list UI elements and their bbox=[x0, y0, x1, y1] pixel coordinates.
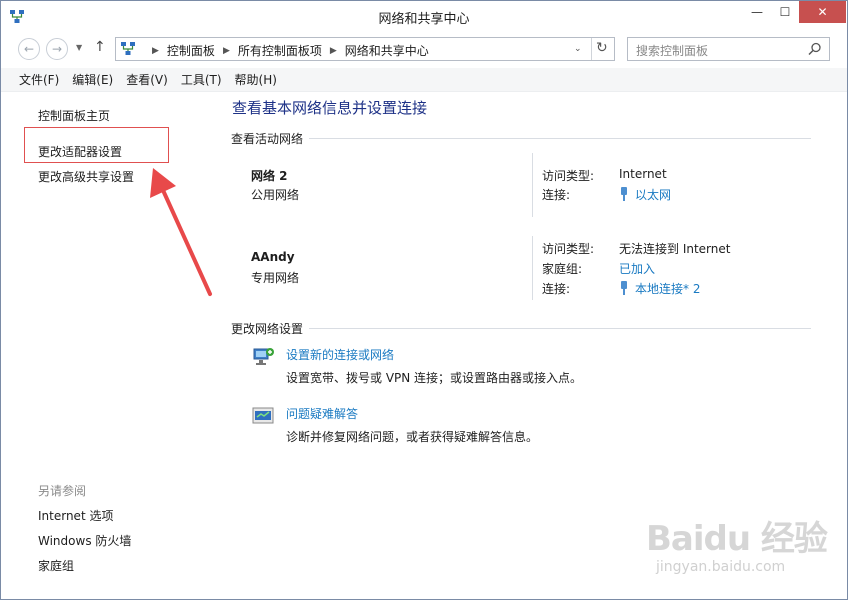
setup-new-connection-link[interactable]: 设置新的连接或网络 bbox=[286, 346, 394, 363]
troubleshoot-desc: 诊断并修复网络问题，或者获得疑难解答信息。 bbox=[286, 430, 539, 444]
active-networks-header: 查看活动网络 bbox=[231, 132, 304, 146]
menu-file[interactable]: 文件(F) bbox=[19, 71, 59, 88]
menu-help[interactable]: 帮助(H) bbox=[235, 71, 277, 88]
network-type[interactable]: 专用网络 bbox=[251, 269, 299, 286]
connection-ethernet-link[interactable]: 以太网 bbox=[619, 186, 671, 203]
sidebar-link-internet-options[interactable]: Internet 选项 bbox=[38, 507, 113, 524]
arrow-left-icon: ← bbox=[23, 42, 35, 56]
network-divider bbox=[532, 236, 533, 300]
network-name: AAndy bbox=[251, 250, 295, 264]
homegroup-label: 家庭组: bbox=[542, 262, 583, 276]
access-type-value: 无法连接到 Internet bbox=[619, 242, 731, 256]
chevron-right-icon[interactable]: ▶ bbox=[223, 46, 230, 56]
annotation-arrow-icon bbox=[150, 168, 212, 296]
menu-tools[interactable]: 工具(T) bbox=[181, 71, 222, 88]
chevron-right-icon[interactable]: ▶ bbox=[330, 46, 337, 56]
control-panel-icon bbox=[121, 42, 135, 55]
forward-button[interactable]: → bbox=[46, 38, 68, 60]
menu-bar: 文件(F) 编辑(E) 查看(V) 工具(T) 帮助(H) bbox=[1, 68, 847, 92]
title-bar: 网络和共享中心 — ☐ ✕ bbox=[1, 1, 847, 32]
access-type-value: Internet bbox=[619, 167, 667, 181]
window-title: 网络和共享中心 bbox=[378, 12, 470, 27]
access-type-label: 访问类型: bbox=[542, 242, 595, 256]
search-box[interactable]: 搜索控制面板 bbox=[627, 37, 830, 61]
section-divider bbox=[309, 138, 811, 139]
maximize-button[interactable]: ☐ bbox=[771, 1, 799, 23]
homegroup-joined-link[interactable]: 已加入 bbox=[619, 260, 655, 277]
chevron-right-icon[interactable]: ▶ bbox=[152, 46, 159, 56]
breadcrumb-network-center[interactable]: 网络和共享中心 bbox=[345, 42, 429, 59]
connection-label: 连接: bbox=[542, 282, 571, 296]
troubleshoot-icon bbox=[252, 407, 274, 424]
network-name: 网络 2 bbox=[251, 169, 288, 183]
address-dropdown-chevron-icon[interactable]: ⌄ bbox=[574, 44, 582, 54]
connection-ethernet-text[interactable]: 以太网 bbox=[635, 188, 671, 202]
annotation-highlight-box bbox=[24, 127, 169, 163]
menu-edit[interactable]: 编辑(E) bbox=[72, 71, 113, 88]
sidebar-link-homegroup[interactable]: 家庭组 bbox=[38, 557, 74, 574]
search-icon[interactable] bbox=[808, 42, 822, 56]
close-button[interactable]: ✕ bbox=[799, 1, 846, 23]
arrow-right-icon: → bbox=[51, 42, 63, 56]
up-arrow-icon[interactable]: ↑ bbox=[94, 39, 106, 55]
watermark-url: jingyan.baidu.com bbox=[656, 559, 786, 575]
connection-local-link[interactable]: 本地连接* 2 bbox=[619, 280, 700, 297]
window: 网络和共享中心 — ☐ ✕ ← → ▼ ↑ ▶ 控制面板 ▶ 所有控制面板项 ▶… bbox=[0, 0, 848, 600]
menu-view[interactable]: 查看(V) bbox=[126, 71, 168, 88]
page-title: 查看基本网络信息并设置连接 bbox=[232, 99, 428, 117]
search-input[interactable]: 搜索控制面板 bbox=[636, 42, 708, 59]
minimize-button[interactable]: — bbox=[743, 1, 771, 23]
refresh-icon[interactable]: ↻ bbox=[596, 40, 608, 56]
ethernet-plug-icon bbox=[621, 281, 627, 295]
baidu-watermark: Baidu 经验 jingyan.baidu.com bbox=[646, 511, 836, 591]
watermark-logo-text: Baidu 经验 bbox=[646, 519, 828, 559]
section-divider bbox=[309, 328, 811, 329]
connection-local-text[interactable]: 本地连接* 2 bbox=[635, 282, 700, 296]
breadcrumb-all-items[interactable]: 所有控制面板项 bbox=[238, 42, 322, 59]
connection-label: 连接: bbox=[542, 188, 571, 202]
address-divider bbox=[591, 38, 592, 60]
troubleshoot-link[interactable]: 问题疑难解答 bbox=[286, 405, 358, 422]
sidebar-link-windows-firewall[interactable]: Windows 防火墙 bbox=[38, 532, 131, 549]
setup-new-connection-desc: 设置宽带、拨号或 VPN 连接；或设置路由器或接入点。 bbox=[286, 371, 583, 385]
breadcrumb-control-panel[interactable]: 控制面板 bbox=[167, 42, 215, 59]
sidebar-link-advanced-sharing[interactable]: 更改高级共享设置 bbox=[38, 168, 134, 185]
breadcrumb: ▶ 控制面板 ▶ 所有控制面板项 ▶ 网络和共享中心 bbox=[144, 42, 429, 59]
see-also-header: 另请参阅 bbox=[38, 484, 87, 498]
address-bar[interactable]: ▶ 控制面板 ▶ 所有控制面板项 ▶ 网络和共享中心 ⌄ ↻ bbox=[115, 37, 615, 61]
network-divider bbox=[532, 153, 533, 217]
back-button[interactable]: ← bbox=[18, 38, 40, 60]
sidebar-link-control-panel-home[interactable]: 控制面板主页 bbox=[38, 107, 110, 124]
navigation-bar: ← → ▼ ↑ ▶ 控制面板 ▶ 所有控制面板项 ▶ 网络和共享中心 ⌄ ↻ 搜… bbox=[1, 34, 847, 64]
ethernet-plug-icon bbox=[621, 187, 627, 201]
recent-locations-chevron-icon[interactable]: ▼ bbox=[76, 43, 82, 52]
network-type[interactable]: 公用网络 bbox=[251, 186, 299, 203]
change-settings-header: 更改网络设置 bbox=[231, 322, 304, 336]
new-connection-icon bbox=[253, 348, 274, 365]
access-type-label: 访问类型: bbox=[542, 169, 595, 183]
